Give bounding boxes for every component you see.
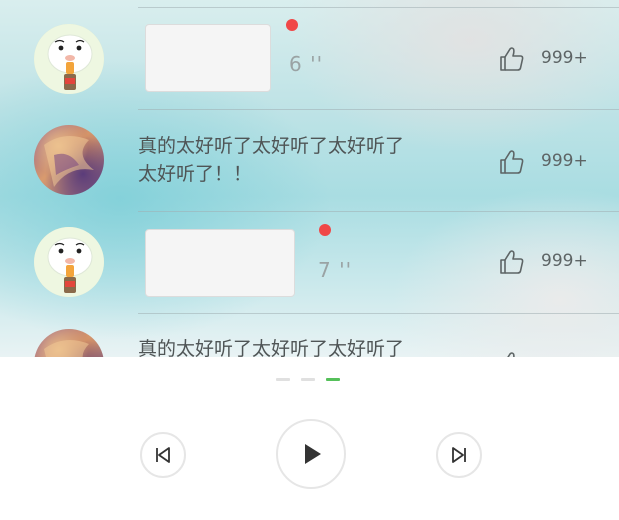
divider <box>138 313 619 314</box>
photo-avatar-icon <box>44 340 89 357</box>
comment-row: 7 '' 999+ <box>0 211 619 313</box>
comment-feed[interactable]: 6 '' 999+ 真的太好听了太好听了太好听了 太好听了！！ 999+ 7 '… <box>0 0 619 357</box>
page-indicator[interactable] <box>301 378 315 381</box>
page-indicator-active[interactable] <box>326 378 340 381</box>
skip-next-icon <box>452 447 466 463</box>
avatar[interactable] <box>34 227 104 297</box>
play-button[interactable] <box>276 419 346 489</box>
like-count: 999+ <box>541 48 588 68</box>
voice-duration: 7 '' <box>318 258 353 282</box>
avatar[interactable] <box>34 329 104 357</box>
next-button[interactable] <box>436 432 482 478</box>
comment-text-line: 太好听了！！ <box>138 163 253 185</box>
voice-message-bubble[interactable] <box>145 24 271 92</box>
photo-avatar-icon <box>44 136 94 187</box>
page-indicator[interactable] <box>276 378 290 381</box>
comment-row: 真的太好听了太好听了太好听了 <box>0 313 619 357</box>
like-count: 999+ <box>541 251 588 271</box>
voice-message-bubble[interactable] <box>145 229 295 297</box>
comment-row: 6 '' 999+ <box>0 7 619 109</box>
thumbs-up-icon[interactable] <box>499 149 525 175</box>
previous-button[interactable] <box>140 432 186 478</box>
unread-dot <box>319 224 331 236</box>
thumbs-up-icon[interactable] <box>499 46 525 72</box>
comment-text: 真的太好听了太好听了太好听了 <box>138 335 458 357</box>
skip-previous-icon <box>156 447 170 463</box>
comment-text: 真的太好听了太好听了太好听了 太好听了！！ <box>138 132 458 188</box>
thumbs-up-icon[interactable] <box>499 249 525 275</box>
player-controls <box>0 357 619 520</box>
cartoon-avatar-icon <box>34 227 104 297</box>
comment-row: 真的太好听了太好听了太好听了 太好听了！！ 999+ <box>0 109 619 211</box>
comment-text-line: 真的太好听了太好听了太好听了 <box>138 338 405 357</box>
comment-text-line: 真的太好听了太好听了太好听了 <box>138 135 405 157</box>
divider <box>138 211 619 212</box>
divider <box>138 109 619 110</box>
unread-dot <box>286 19 298 31</box>
divider <box>138 7 619 8</box>
play-icon <box>305 444 321 464</box>
avatar[interactable] <box>34 125 104 195</box>
like-count: 999+ <box>541 151 588 171</box>
voice-duration: 6 '' <box>289 52 324 76</box>
cartoon-avatar-icon <box>34 24 104 94</box>
avatar[interactable] <box>34 24 104 94</box>
